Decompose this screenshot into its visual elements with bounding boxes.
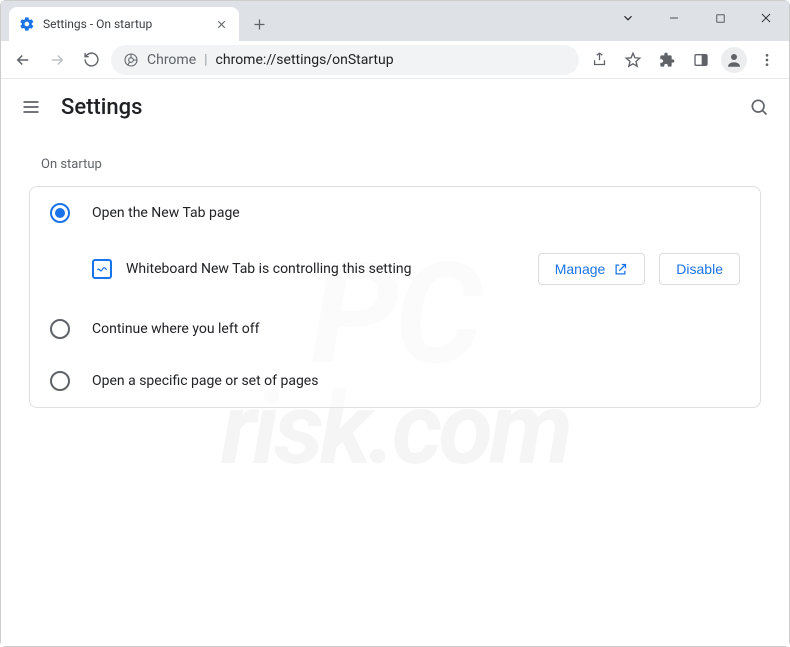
- browser-window: Settings - On startup: [0, 0, 790, 647]
- whiteboard-icon: [92, 259, 112, 279]
- chrome-icon: [123, 52, 139, 68]
- section-title: On startup: [41, 157, 761, 172]
- share-icon[interactable]: [585, 46, 613, 74]
- new-tab-button[interactable]: [245, 10, 273, 38]
- settings-body: On startup Open the New Tab page Whitebo…: [1, 135, 789, 418]
- back-button[interactable]: [9, 46, 37, 74]
- address-bar[interactable]: Chrome | chrome://settings/onStartup: [111, 45, 579, 75]
- gear-icon: [19, 16, 35, 32]
- browser-tab[interactable]: Settings - On startup: [9, 7, 239, 41]
- extension-notice: Whiteboard New Tab is controlling this s…: [30, 239, 760, 303]
- option-label: Continue where you left off: [92, 321, 260, 337]
- close-icon[interactable]: [213, 16, 229, 32]
- manage-button[interactable]: Manage: [538, 253, 646, 285]
- url-text: chrome://settings/onStartup: [216, 52, 394, 68]
- url-separator: |: [204, 52, 207, 68]
- external-link-icon: [613, 262, 628, 277]
- option-label: Open the New Tab page: [92, 205, 240, 221]
- radio-selected[interactable]: [50, 203, 70, 223]
- maximize-button[interactable]: [697, 1, 743, 35]
- menu-icon[interactable]: [753, 46, 781, 74]
- sidepanel-icon[interactable]: [687, 46, 715, 74]
- avatar[interactable]: [721, 47, 747, 73]
- reload-button[interactable]: [77, 46, 105, 74]
- hamburger-icon[interactable]: [21, 97, 41, 117]
- chevron-down-icon[interactable]: [605, 1, 651, 35]
- disable-label: Disable: [676, 261, 723, 277]
- radio-unselected[interactable]: [50, 319, 70, 339]
- toolbar: Chrome | chrome://settings/onStartup: [1, 41, 789, 79]
- url-prefix: Chrome: [147, 52, 196, 68]
- window-controls: [605, 1, 789, 35]
- option-continue[interactable]: Continue where you left off: [30, 303, 760, 355]
- tab-title: Settings - On startup: [43, 17, 205, 31]
- page-content: PC risk.com Settings On startup Open the…: [1, 79, 789, 646]
- page-title: Settings: [61, 95, 142, 120]
- extension-text: Whiteboard New Tab is controlling this s…: [126, 261, 524, 277]
- forward-button[interactable]: [43, 46, 71, 74]
- option-specific-pages[interactable]: Open a specific page or set of pages: [30, 355, 760, 407]
- minimize-button[interactable]: [651, 1, 697, 35]
- option-label: Open a specific page or set of pages: [92, 373, 318, 389]
- startup-card: Open the New Tab page Whiteboard New Tab…: [29, 186, 761, 408]
- titlebar: Settings - On startup: [1, 1, 789, 41]
- extensions-icon[interactable]: [653, 46, 681, 74]
- option-new-tab[interactable]: Open the New Tab page: [30, 187, 760, 239]
- radio-unselected[interactable]: [50, 371, 70, 391]
- manage-label: Manage: [555, 261, 606, 277]
- disable-button[interactable]: Disable: [659, 253, 740, 285]
- close-window-button[interactable]: [743, 1, 789, 35]
- search-icon[interactable]: [749, 97, 769, 117]
- settings-header: Settings: [1, 79, 789, 135]
- star-icon[interactable]: [619, 46, 647, 74]
